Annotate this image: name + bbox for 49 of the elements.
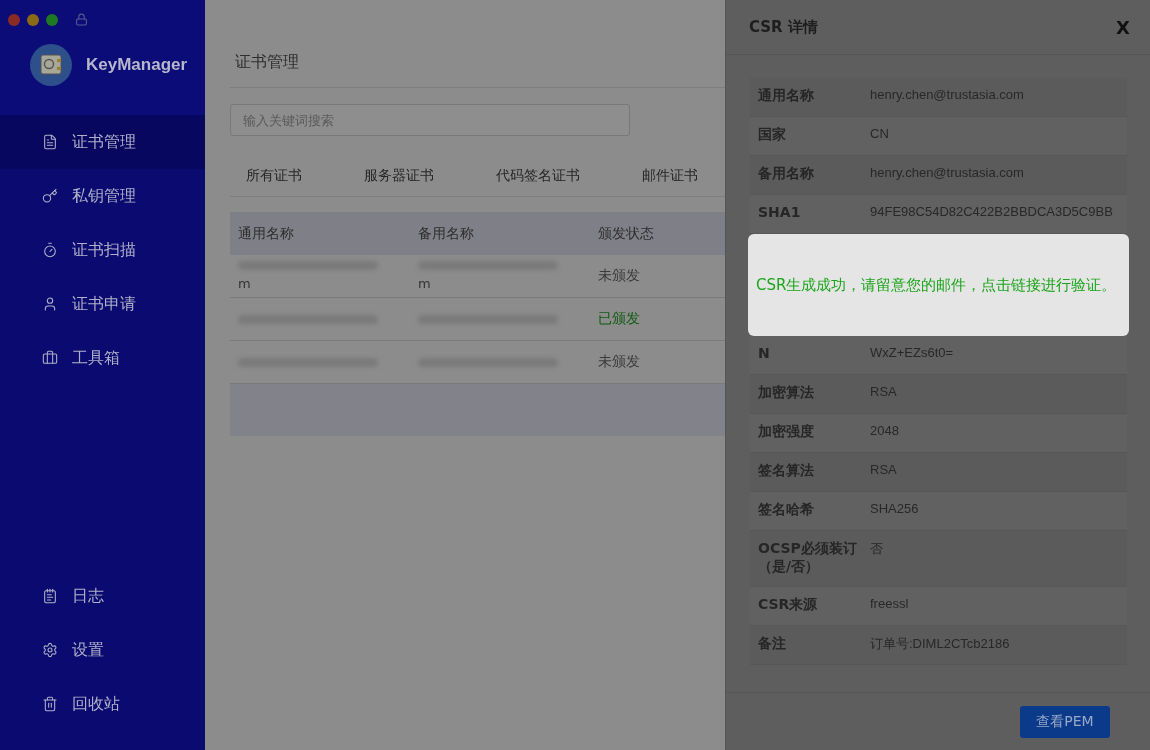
window-button[interactable]	[46, 13, 58, 26]
settings-icon	[42, 642, 58, 658]
sidebar-item[interactable]: 证书扫描	[0, 223, 205, 277]
safe-logo-icon	[30, 44, 72, 86]
sidebar-item[interactable]: 证书申请	[0, 277, 205, 331]
sidebar-item[interactable]: 日志	[0, 569, 205, 623]
status-text: 未颁发	[598, 353, 641, 371]
field-label: N	[758, 345, 771, 363]
field-value: WxZ+EZs6t0=	[870, 345, 955, 362]
tab[interactable]: 代码签名证书	[480, 167, 596, 185]
drawer-title: CSR 详情	[749, 17, 818, 37]
view-pem-button[interactable]: 查看PEM	[1020, 705, 1110, 738]
lock-icon	[75, 13, 88, 26]
sidebar-item[interactable]: 工具箱	[0, 331, 205, 385]
status-text: 已颁发	[598, 310, 641, 328]
column-header: 通用名称	[237, 224, 295, 243]
window-button[interactable]	[27, 13, 39, 26]
field-label: 签名哈希	[758, 501, 815, 519]
briefcase-icon	[42, 350, 58, 366]
tab[interactable]: 所有证书	[230, 167, 318, 185]
key-icon	[42, 188, 58, 204]
sidebar-item[interactable]: 私钥管理	[0, 169, 205, 223]
field-label: 加密强度	[758, 423, 815, 441]
user-icon	[42, 296, 58, 312]
field-value: freessl	[870, 596, 910, 613]
sidebar-item[interactable]: 设置	[0, 623, 205, 677]
tab[interactable]: 邮件证书	[626, 167, 714, 185]
field-label: 国家	[758, 126, 787, 144]
field-value: 2048	[870, 423, 900, 440]
timer-icon	[42, 242, 58, 258]
column-header: 备用名称	[417, 224, 475, 243]
window-button[interactable]	[8, 13, 20, 26]
tab[interactable]: 服务器证书	[348, 167, 450, 185]
table-cell-text: m	[238, 276, 252, 291]
sidebar-item[interactable]: 回收站	[0, 677, 205, 731]
field-value: SHA256	[870, 501, 920, 518]
app-name: KeyManager	[86, 55, 188, 75]
document-icon	[42, 134, 58, 150]
column-header: 颁发状态	[597, 224, 655, 243]
field-label: SHA1	[758, 204, 802, 222]
success-toast: CSR生成成功，请留意您的邮件，点击链接进行验证。	[748, 234, 1129, 336]
table-cell-text: m	[418, 276, 432, 291]
field-value: 94FE98C54D82C422B2BBDCA3D5C9BB	[870, 204, 1114, 221]
field-value: CN	[870, 126, 890, 143]
trash-icon	[42, 696, 58, 712]
notepad-icon	[42, 588, 58, 604]
sidebar-item[interactable]: 证书管理	[0, 115, 205, 169]
status-text: 未颁发	[598, 267, 641, 285]
field-label: CSR来源	[758, 596, 819, 614]
